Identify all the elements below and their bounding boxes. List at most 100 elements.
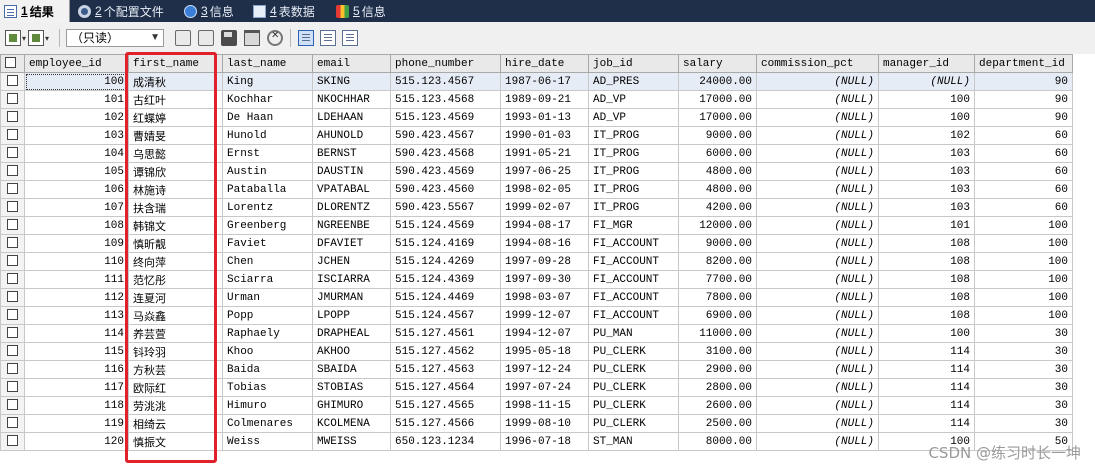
- table-cell[interactable]: 30: [974, 342, 1073, 361]
- table-cell[interactable]: NKOCHHAR: [312, 90, 391, 109]
- table-cell[interactable]: JCHEN: [312, 252, 391, 271]
- table-cell[interactable]: 116: [24, 360, 129, 379]
- checkbox-icon[interactable]: [7, 417, 18, 429]
- text-view-icon[interactable]: [342, 30, 358, 46]
- table-cell[interactable]: 108: [878, 270, 975, 289]
- table-cell[interactable]: Weiss: [222, 432, 313, 451]
- table-cell[interactable]: 100: [974, 270, 1073, 289]
- table-cell[interactable]: Colmenares: [222, 414, 313, 433]
- table-cell[interactable]: Lorentz: [222, 198, 313, 217]
- table-cell[interactable]: 114: [878, 378, 975, 397]
- table-cell[interactable]: 515.124.4369: [390, 270, 501, 289]
- table-cell[interactable]: 515.127.4565: [390, 396, 501, 415]
- table-cell[interactable]: 60: [974, 180, 1073, 199]
- save-icon[interactable]: [221, 30, 237, 46]
- table-cell[interactable]: 60: [974, 198, 1073, 217]
- table-cell[interactable]: DRAPHEAL: [312, 324, 391, 343]
- table-cell[interactable]: 1990-01-03: [500, 126, 589, 145]
- checkbox-icon[interactable]: [7, 201, 18, 213]
- column-header[interactable]: phone_number: [390, 54, 501, 73]
- table-cell[interactable]: 117: [24, 378, 129, 397]
- table-cell[interactable]: 114: [878, 396, 975, 415]
- table-cell[interactable]: IT_PROG: [588, 198, 679, 217]
- table-cell[interactable]: PU_CLERK: [588, 378, 679, 397]
- row-select-cell[interactable]: [0, 306, 25, 325]
- table-cell[interactable]: (NULL): [756, 288, 879, 307]
- table-cell[interactable]: 103: [878, 180, 975, 199]
- table-cell[interactable]: Popp: [222, 306, 313, 325]
- table-cell[interactable]: 1987-06-17: [500, 72, 589, 91]
- row-select-cell[interactable]: [0, 396, 25, 415]
- table-cell[interactable]: 114: [878, 360, 975, 379]
- table-cell[interactable]: PU_MAN: [588, 324, 679, 343]
- table-cell[interactable]: 100: [974, 234, 1073, 253]
- table-cell[interactable]: 109: [24, 234, 129, 253]
- table-cell[interactable]: 90: [974, 90, 1073, 109]
- table-cell[interactable]: 1998-11-15: [500, 396, 589, 415]
- import-grid-icon[interactable]: [28, 30, 44, 46]
- checkbox-icon[interactable]: [7, 309, 18, 321]
- row-select-cell[interactable]: [0, 234, 25, 253]
- checkbox-icon[interactable]: [7, 255, 18, 267]
- table-cell[interactable]: NGREENBE: [312, 216, 391, 235]
- table-cell[interactable]: 515.124.4567: [390, 306, 501, 325]
- table-cell[interactable]: 515.124.4569: [390, 216, 501, 235]
- add-row-icon[interactable]: [175, 30, 191, 46]
- table-cell[interactable]: 101: [878, 216, 975, 235]
- table-cell[interactable]: AD_VP: [588, 108, 679, 127]
- checkbox-icon[interactable]: [7, 111, 18, 123]
- table-cell[interactable]: 515.127.4563: [390, 360, 501, 379]
- table-cell[interactable]: Kochhar: [222, 90, 313, 109]
- table-cell[interactable]: 1997-07-24: [500, 378, 589, 397]
- tab-results[interactable]: 1 结果: [0, 0, 70, 22]
- table-cell[interactable]: 101: [24, 90, 129, 109]
- row-select-cell[interactable]: [0, 252, 25, 271]
- table-cell[interactable]: 7700.00: [678, 270, 757, 289]
- row-select-cell[interactable]: [0, 90, 25, 109]
- row-select-cell[interactable]: [0, 144, 25, 163]
- table-cell[interactable]: 1991-05-21: [500, 144, 589, 163]
- table-cell[interactable]: 103: [878, 162, 975, 181]
- table-cell[interactable]: (NULL): [756, 378, 879, 397]
- edit-mode-select[interactable]: （只读） ▼: [66, 29, 164, 47]
- row-select-cell[interactable]: [0, 288, 25, 307]
- table-cell[interactable]: 114: [24, 324, 129, 343]
- table-cell[interactable]: IT_PROG: [588, 144, 679, 163]
- table-cell[interactable]: PU_CLERK: [588, 396, 679, 415]
- table-cell[interactable]: 515.127.4562: [390, 342, 501, 361]
- table-cell[interactable]: FI_MGR: [588, 216, 679, 235]
- table-cell[interactable]: Tobias: [222, 378, 313, 397]
- row-select-cell[interactable]: [0, 342, 25, 361]
- table-cell[interactable]: 108: [878, 234, 975, 253]
- table-cell[interactable]: 590.423.4569: [390, 162, 501, 181]
- column-header[interactable]: job_id: [588, 54, 679, 73]
- table-cell[interactable]: 114: [878, 342, 975, 361]
- duplicate-row-icon[interactable]: [198, 30, 214, 46]
- table-cell[interactable]: Hunold: [222, 126, 313, 145]
- checkbox-icon[interactable]: [7, 75, 18, 87]
- table-cell[interactable]: GHIMURO: [312, 396, 391, 415]
- table-cell[interactable]: Austin: [222, 162, 313, 181]
- table-cell[interactable]: IT_PROG: [588, 180, 679, 199]
- table-cell[interactable]: (NULL): [878, 72, 975, 91]
- table-cell[interactable]: 24000.00: [678, 72, 757, 91]
- table-cell[interactable]: (NULL): [756, 162, 879, 181]
- tab-profiles[interactable]: 2 个配置文件: [74, 0, 174, 22]
- table-cell[interactable]: Khoo: [222, 342, 313, 361]
- table-cell[interactable]: 8200.00: [678, 252, 757, 271]
- table-cell[interactable]: 12000.00: [678, 216, 757, 235]
- export-dropdown-icon[interactable]: ▾: [22, 34, 26, 43]
- table-cell[interactable]: DFAVIET: [312, 234, 391, 253]
- table-cell[interactable]: 515.127.4561: [390, 324, 501, 343]
- table-cell[interactable]: ST_MAN: [588, 432, 679, 451]
- table-cell[interactable]: 1995-05-18: [500, 342, 589, 361]
- table-cell[interactable]: 3100.00: [678, 342, 757, 361]
- table-cell[interactable]: (NULL): [756, 432, 879, 451]
- row-select-cell[interactable]: [0, 72, 25, 91]
- row-select-cell[interactable]: [0, 270, 25, 289]
- checkbox-icon[interactable]: [7, 219, 18, 231]
- table-cell[interactable]: 1998-02-05: [500, 180, 589, 199]
- column-header[interactable]: hire_date: [500, 54, 589, 73]
- table-cell[interactable]: 102: [878, 126, 975, 145]
- grid-view-icon[interactable]: [298, 30, 314, 46]
